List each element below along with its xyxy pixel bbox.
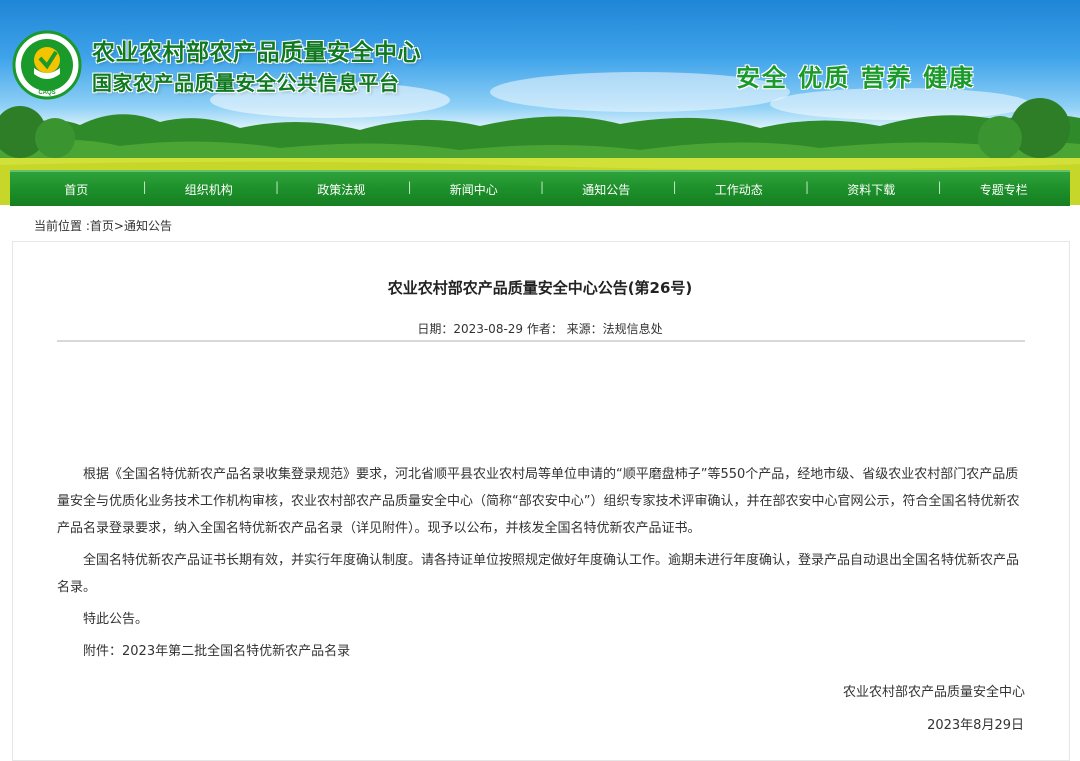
nav-item-news[interactable]: 新闻中心 [408, 180, 541, 198]
site-slogan: 安全 优质 营养 健康 [736, 63, 976, 92]
article-paragraph: 根据《全国名特优新农产品名录收集登录规范》要求，河北省顺平县农业农村局等单位申请… [57, 467, 1020, 536]
article-sign-date: 2023年8月29日 [927, 718, 1024, 733]
site-title: 农业农村部农产品质量安全中心 [92, 40, 421, 66]
breadcrumb-home-link[interactable]: 首页 [90, 219, 114, 233]
nav-item-special-topics[interactable]: 专题专栏 [938, 180, 1071, 198]
breadcrumb-prefix: 当前位置 : [34, 219, 90, 233]
article-meta: 日期：2023-08-29 作者： 来源：法规信息处 [417, 322, 663, 336]
nav-item-work-updates[interactable]: 工作动态 [673, 180, 806, 198]
site-subtitle: 国家农产品质量安全公共信息平台 [92, 71, 400, 95]
logo-caqs-text: CAQS [38, 90, 55, 96]
nav-item-policy[interactable]: 政策法规 [275, 180, 408, 198]
article-paragraph: 全国名特优新农产品证书长期有效，并实行年度确认制度。请各持证单位按照规定做好年度… [57, 553, 1020, 595]
breadcrumb-separator: > [113, 219, 124, 233]
nav-item-downloads[interactable]: 资料下载 [805, 180, 938, 198]
breadcrumb: 当前位置 :首页>通知公告 [34, 217, 172, 234]
article-paragraph: 特此公告。 [83, 612, 149, 627]
breadcrumb-current-link[interactable]: 通知公告 [124, 219, 172, 233]
nav-item-home[interactable]: 首页 [10, 181, 143, 198]
nav-item-organization[interactable]: 组织机构 [143, 180, 276, 198]
title-divider [57, 340, 1025, 342]
article-attachment-link[interactable]: 附件：2023年第二批全国名特优新农产品名录 [57, 638, 1025, 665]
caqs-logo: CAQS [12, 30, 82, 100]
article-signature: 农业农村部农产品质量安全中心 [842, 685, 1025, 700]
article-title: 农业农村部农产品质量安全中心公告(第26号) [387, 279, 693, 297]
nav-item-notices[interactable]: 通知公告 [540, 180, 673, 198]
article-body: 根据《全国名特优新农产品名录收集登录规范》要求，河北省顺平县农业农村局等单位申请… [57, 461, 1025, 670]
main-nav: 首页 组织机构 政策法规 新闻中心 通知公告 工作动态 资料下载 专题专栏 [10, 170, 1070, 206]
